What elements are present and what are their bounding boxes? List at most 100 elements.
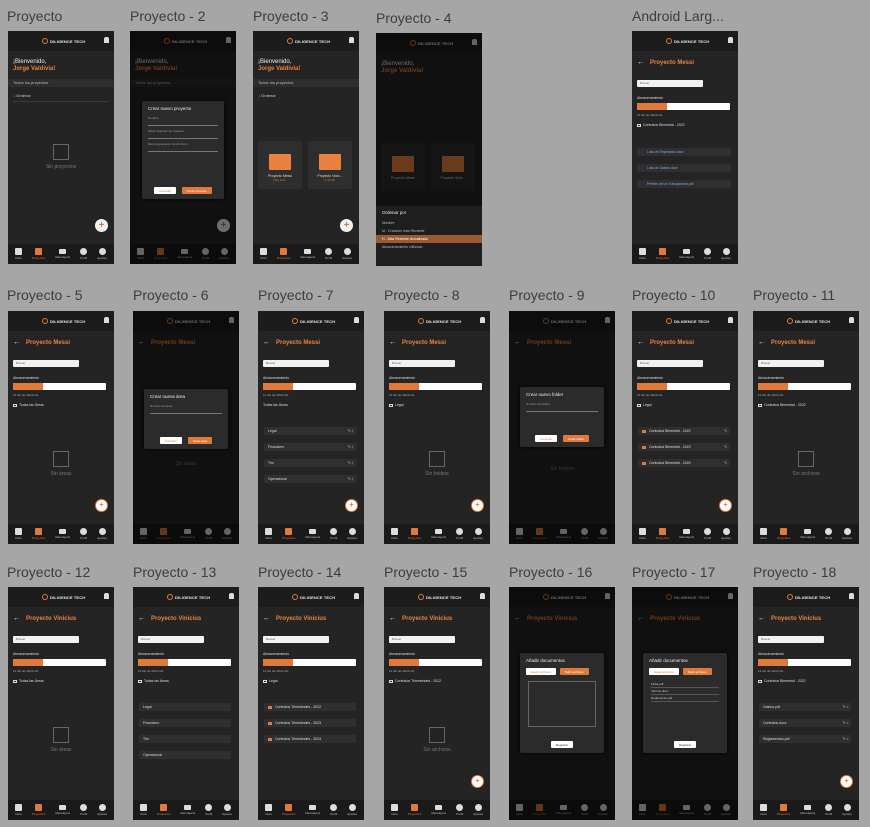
sort-option[interactable]: Almacenamiento Utilizado bbox=[376, 243, 482, 251]
search-input[interactable]: Buscar bbox=[637, 360, 703, 367]
file-entry[interactable]: Informe.docx bbox=[651, 688, 719, 695]
nav-home[interactable]: Inicio bbox=[390, 528, 398, 540]
nav-projects[interactable]: Proyectos bbox=[157, 804, 170, 816]
add-folder-button[interactable]: + bbox=[719, 499, 732, 512]
nav-home[interactable]: Inicio bbox=[638, 248, 646, 260]
nav-messages[interactable]: Mensajería bbox=[55, 249, 70, 259]
add-project-button[interactable]: + bbox=[340, 219, 353, 232]
nav-settings[interactable]: Ajustes bbox=[97, 528, 107, 540]
nav-home[interactable]: Inicio bbox=[264, 528, 272, 540]
edit-icon[interactable]: ✎ bbox=[724, 459, 727, 467]
nav-projects[interactable]: Proyectos bbox=[32, 528, 45, 540]
edit-icon[interactable]: ✎ bbox=[724, 443, 727, 451]
search-input[interactable]: Buscar bbox=[758, 636, 824, 643]
area-item[interactable]: Legal ✎ ▪ bbox=[264, 427, 356, 435]
order-button[interactable]: ↓ Ordenar bbox=[258, 93, 276, 98]
back-arrow-icon[interactable]: ← bbox=[758, 339, 765, 346]
project-card[interactable]: Proyecto Messi Muy Gde. bbox=[258, 141, 302, 189]
bell-icon[interactable] bbox=[349, 37, 354, 43]
area-item[interactable]: Operacional ✎ ▪ bbox=[264, 475, 356, 483]
nav-settings[interactable]: Ajustes bbox=[842, 804, 852, 816]
nav-projects[interactable]: Proyectos bbox=[656, 248, 669, 260]
register-button[interactable]: Registrar bbox=[550, 741, 574, 748]
bell-icon[interactable] bbox=[480, 593, 485, 599]
cancel-button[interactable]: Cancelar bbox=[535, 435, 558, 442]
nav-messages[interactable]: Mensajería bbox=[55, 805, 70, 815]
bell-icon[interactable] bbox=[728, 317, 733, 323]
nav-profile[interactable]: Perfil bbox=[325, 248, 333, 260]
folder-item[interactable]: Contratos Trimestrales - 2022 bbox=[264, 703, 356, 711]
create-project-button[interactable]: Crear proyecto bbox=[182, 187, 212, 194]
sort-option[interactable]: Nombre bbox=[376, 219, 482, 227]
back-arrow-icon[interactable]: ← bbox=[389, 615, 396, 622]
group-mode-field[interactable] bbox=[148, 147, 218, 152]
area-item[interactable]: Operacional bbox=[139, 751, 231, 759]
file-row[interactable]: Lista de Gastos.docx bbox=[637, 164, 731, 172]
nav-messages[interactable]: Mensajería bbox=[679, 529, 694, 539]
search-input[interactable]: Buscar bbox=[13, 360, 79, 367]
nav-messages[interactable]: Mensajería bbox=[305, 529, 320, 539]
name-field[interactable] bbox=[148, 121, 218, 126]
edit-delete-icons[interactable]: ✎ ▪ bbox=[843, 703, 848, 711]
add-file-button[interactable]: + bbox=[471, 775, 484, 788]
search-input[interactable]: Buscar bbox=[389, 636, 455, 643]
folder-item[interactable]: Contratos Bimestral - 2024 ✎ bbox=[638, 459, 730, 467]
nav-settings[interactable]: Ajustes bbox=[97, 248, 107, 260]
file-item[interactable]: Contratos.docx ✎ ▪ bbox=[759, 719, 851, 727]
register-button[interactable]: Registrar bbox=[673, 741, 697, 748]
edit-delete-icons[interactable]: ✎ ▪ bbox=[348, 475, 353, 483]
back-arrow-icon[interactable]: ← bbox=[637, 339, 644, 346]
file-row[interactable]: Lista de Empleados.docx bbox=[637, 148, 731, 156]
nav-home[interactable]: Inicio bbox=[638, 528, 646, 540]
order-button[interactable]: ↓ Ordenar bbox=[13, 93, 31, 98]
nav-settings[interactable]: Ajustes bbox=[842, 528, 852, 540]
back-arrow-icon[interactable]: ← bbox=[263, 615, 270, 622]
area-name-field[interactable] bbox=[150, 409, 222, 414]
edit-delete-icons[interactable]: ✎ ▪ bbox=[843, 735, 848, 743]
nav-home[interactable]: Inicio bbox=[759, 528, 767, 540]
nav-profile[interactable]: Perfil bbox=[456, 804, 464, 816]
area-item[interactable]: Legal bbox=[139, 703, 231, 711]
bell-icon[interactable] bbox=[104, 37, 109, 43]
nav-projects[interactable]: Proyectos bbox=[282, 804, 295, 816]
nav-home[interactable]: Inicio bbox=[14, 248, 22, 260]
folder-item[interactable]: Contratos Bimestral - 2023 ✎ bbox=[638, 443, 730, 451]
bell-icon[interactable] bbox=[849, 317, 854, 323]
choose-files-button[interactable]: Elegir archivos bbox=[526, 668, 556, 675]
sort-option-selected[interactable]: H - Más Reciente Actualizado bbox=[376, 235, 482, 243]
search-input[interactable]: Buscar bbox=[13, 636, 79, 643]
back-arrow-icon[interactable]: ← bbox=[263, 339, 270, 346]
upload-files-button[interactable]: Subir archivos bbox=[559, 668, 589, 675]
back-arrow-icon[interactable]: ← bbox=[758, 615, 765, 622]
file-entry[interactable]: Ficha.pdf bbox=[651, 681, 719, 688]
nav-settings[interactable]: Ajustes bbox=[222, 804, 232, 816]
nav-messages[interactable]: Mensajería bbox=[800, 529, 815, 539]
nav-messages[interactable]: Mensajería bbox=[55, 529, 70, 539]
cancel-button[interactable]: Cancelar bbox=[159, 437, 182, 444]
edit-delete-icons[interactable]: ✎ ▪ bbox=[843, 719, 848, 727]
project-card[interactable]: Proyecto Vinic... 5,43 Gb bbox=[308, 141, 352, 189]
file-item[interactable]: Reglamentos.pdf ✎ ▪ bbox=[759, 735, 851, 743]
nav-settings[interactable]: Ajustes bbox=[721, 248, 731, 260]
nav-settings[interactable]: Ajustes bbox=[347, 804, 357, 816]
search-input[interactable]: Buscar bbox=[138, 636, 204, 643]
nav-messages[interactable]: Mensajería bbox=[431, 529, 446, 539]
nav-messages[interactable]: Mensajería bbox=[679, 249, 694, 259]
file-entry[interactable]: Reglamento.pdf bbox=[651, 695, 719, 702]
edit-icon[interactable]: ✎ bbox=[724, 427, 727, 435]
search-input[interactable]: Buscar bbox=[758, 360, 824, 367]
bell-icon[interactable] bbox=[354, 593, 359, 599]
nav-projects[interactable]: Proyectos bbox=[32, 804, 45, 816]
folder-mode-field[interactable] bbox=[148, 134, 218, 139]
nav-profile[interactable]: Perfil bbox=[825, 528, 833, 540]
add-area-button[interactable]: + bbox=[95, 499, 108, 512]
nav-messages[interactable]: Mensajería bbox=[800, 805, 815, 815]
nav-profile[interactable]: Perfil bbox=[80, 248, 88, 260]
bell-icon[interactable] bbox=[104, 593, 109, 599]
nav-projects[interactable]: Proyectos bbox=[777, 804, 790, 816]
add-area-button[interactable]: + bbox=[345, 499, 358, 512]
nav-profile[interactable]: Perfil bbox=[704, 248, 712, 260]
bell-icon[interactable] bbox=[480, 317, 485, 323]
edit-delete-icons[interactable]: ✎ ▪ bbox=[348, 443, 353, 451]
search-input[interactable]: Buscar bbox=[263, 360, 329, 367]
